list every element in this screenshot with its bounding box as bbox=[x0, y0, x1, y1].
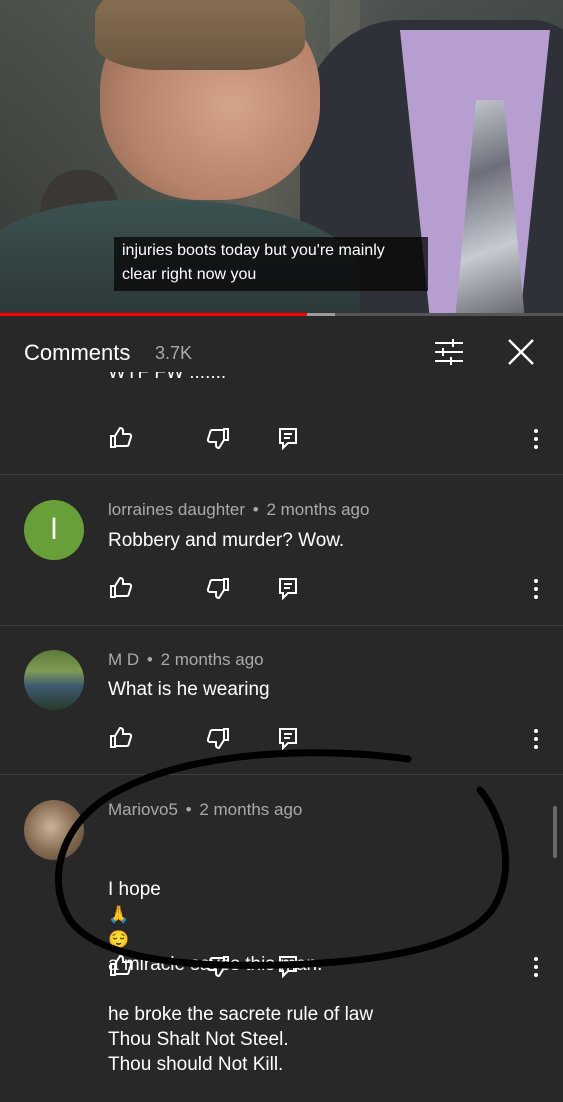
scrollbar[interactable] bbox=[553, 806, 557, 858]
comment-meta: M D • 2 months ago bbox=[108, 650, 264, 670]
comment-meta: Mariovo5 • 2 months ago bbox=[108, 800, 302, 820]
divider bbox=[0, 774, 563, 775]
more-options-icon[interactable] bbox=[528, 576, 544, 602]
divider bbox=[0, 474, 563, 475]
like-icon[interactable] bbox=[107, 724, 135, 752]
comment-actions bbox=[0, 424, 563, 454]
comment-text: Robbery and murder? Wow. bbox=[108, 530, 345, 551]
more-options-icon[interactable] bbox=[528, 426, 544, 452]
comment-item: l lorraines daughter • 2 months ago Robb… bbox=[0, 476, 563, 626]
reply-icon[interactable] bbox=[274, 574, 302, 602]
comment-time: 2 months ago bbox=[266, 500, 370, 519]
comment-partial-text: WTF FW ::::::: bbox=[108, 372, 227, 383]
reply-icon[interactable] bbox=[274, 952, 302, 980]
more-options-icon[interactable] bbox=[528, 954, 544, 980]
comment-text-part: I hope bbox=[108, 879, 161, 900]
dislike-icon[interactable] bbox=[204, 724, 232, 752]
comment-author[interactable]: lorraines daughter bbox=[108, 500, 245, 519]
close-icon[interactable] bbox=[505, 336, 537, 368]
separator-dot: • bbox=[146, 650, 153, 669]
comment-time: 2 months ago bbox=[160, 650, 264, 669]
like-icon[interactable] bbox=[107, 424, 135, 452]
comment-item: M D • 2 months ago What is he wearing bbox=[0, 626, 563, 776]
separator-dot: • bbox=[252, 500, 259, 519]
like-icon[interactable] bbox=[107, 574, 135, 602]
comment-time: 2 months ago bbox=[199, 800, 303, 819]
dislike-icon[interactable] bbox=[204, 424, 232, 452]
comment-meta: lorraines daughter • 2 months ago bbox=[108, 500, 369, 520]
video-player[interactable]: injuries boots today but you're mainly c… bbox=[0, 0, 563, 314]
comment-actions bbox=[0, 952, 563, 982]
dislike-icon[interactable] bbox=[204, 952, 232, 980]
like-icon[interactable] bbox=[107, 952, 135, 980]
video-caption: injuries boots today but you're mainly c… bbox=[114, 237, 428, 291]
folded-hands-emoji: 🙏 bbox=[108, 905, 130, 924]
comment-actions bbox=[0, 574, 563, 604]
comment-partial-text-clip: WTF FW ::::::: bbox=[108, 372, 408, 384]
dislike-icon[interactable] bbox=[204, 574, 232, 602]
more-options-icon[interactable] bbox=[528, 726, 544, 752]
reply-icon[interactable] bbox=[274, 424, 302, 452]
separator-dot: • bbox=[185, 800, 192, 819]
avatar[interactable] bbox=[24, 650, 84, 710]
comments-count: 3.7K bbox=[155, 343, 193, 363]
reply-icon[interactable] bbox=[274, 724, 302, 752]
comment-item: Mariovo5 • 2 months ago I hope 🙏 😌 a mir… bbox=[0, 776, 563, 1075]
video-frame-hair bbox=[95, 0, 305, 70]
avatar[interactable]: l bbox=[24, 500, 84, 560]
comments-title: Comments bbox=[24, 340, 131, 365]
comment-partial: WTF FW ::::::: bbox=[0, 372, 563, 476]
comment-author[interactable]: M D bbox=[108, 650, 139, 669]
relieved-face-emoji: 😌 bbox=[108, 930, 130, 949]
comment-author[interactable]: Mariovo5 bbox=[108, 800, 178, 819]
comment-actions bbox=[0, 724, 563, 754]
sort-filter-icon[interactable] bbox=[432, 336, 466, 368]
avatar-letter: l bbox=[50, 513, 58, 546]
comment-text: What is he wearing bbox=[108, 679, 270, 700]
avatar[interactable] bbox=[24, 800, 84, 860]
comment-text-rest: he broke the sacrete rule of law Thou Sh… bbox=[108, 1004, 374, 1075]
